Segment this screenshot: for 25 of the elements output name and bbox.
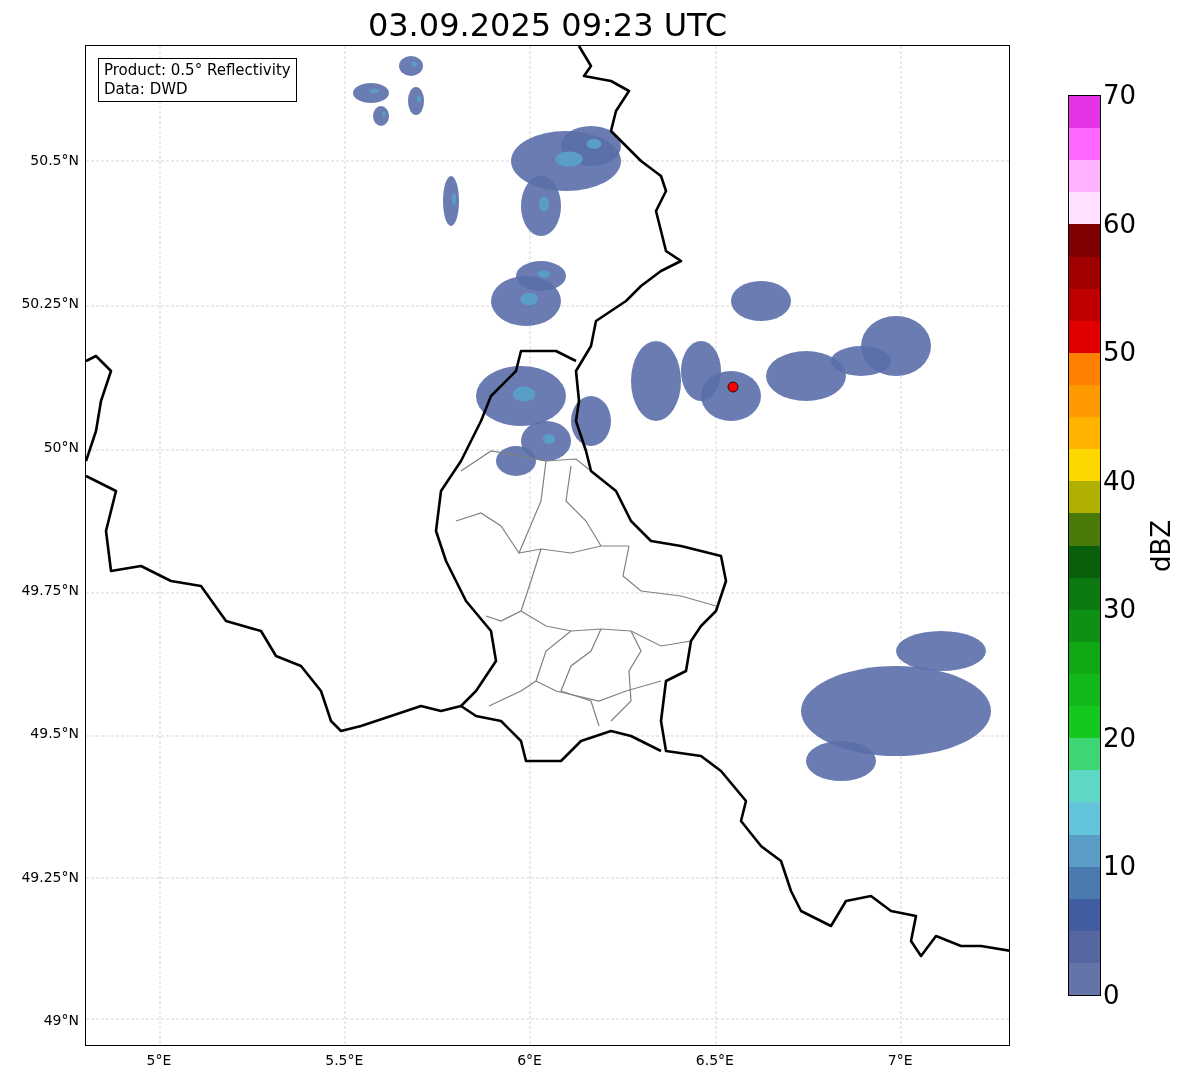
colorbar-tick-label: 50 bbox=[1103, 337, 1137, 368]
colorbar-tick-label: 10 bbox=[1103, 851, 1137, 882]
longitude-label: 7°E bbox=[887, 1052, 913, 1068]
latitude-label: 49.5°N bbox=[30, 725, 79, 742]
colorbar-tick-label: 40 bbox=[1103, 465, 1137, 496]
colorbar-label: dBZ bbox=[1146, 519, 1176, 572]
latitude-label: 50.25°N bbox=[21, 295, 79, 312]
colorbar-tick-label: 20 bbox=[1103, 722, 1137, 753]
longitude-label: 5.5°E bbox=[325, 1052, 364, 1068]
latitude-label: 49.75°N bbox=[21, 581, 79, 598]
colorbar-tick-label: 0 bbox=[1103, 980, 1120, 1010]
latitude-label: 50°N bbox=[43, 438, 79, 455]
colorbar-tick-label: 30 bbox=[1103, 594, 1137, 625]
latitude-label: 50.5°N bbox=[30, 152, 79, 168]
legend-text: Data: DWD bbox=[104, 80, 189, 99]
longitude-label: 5°E bbox=[146, 1052, 172, 1068]
colorbar-tick-label: 60 bbox=[1103, 208, 1137, 239]
longitude-label: 6.5°E bbox=[695, 1052, 734, 1068]
colorbar-tick-label: 70 bbox=[1103, 80, 1137, 110]
chart-title: 03.09.2025 09:23 UTC bbox=[367, 5, 728, 45]
latitude-label: 49°N bbox=[43, 1011, 79, 1028]
longitude-label: 6°E bbox=[517, 1052, 542, 1068]
latitude-label: 49.25°N bbox=[21, 868, 79, 885]
radar-site-marker bbox=[727, 381, 739, 393]
legend-text: Product: 0.5° Reflectivity bbox=[104, 61, 291, 80]
